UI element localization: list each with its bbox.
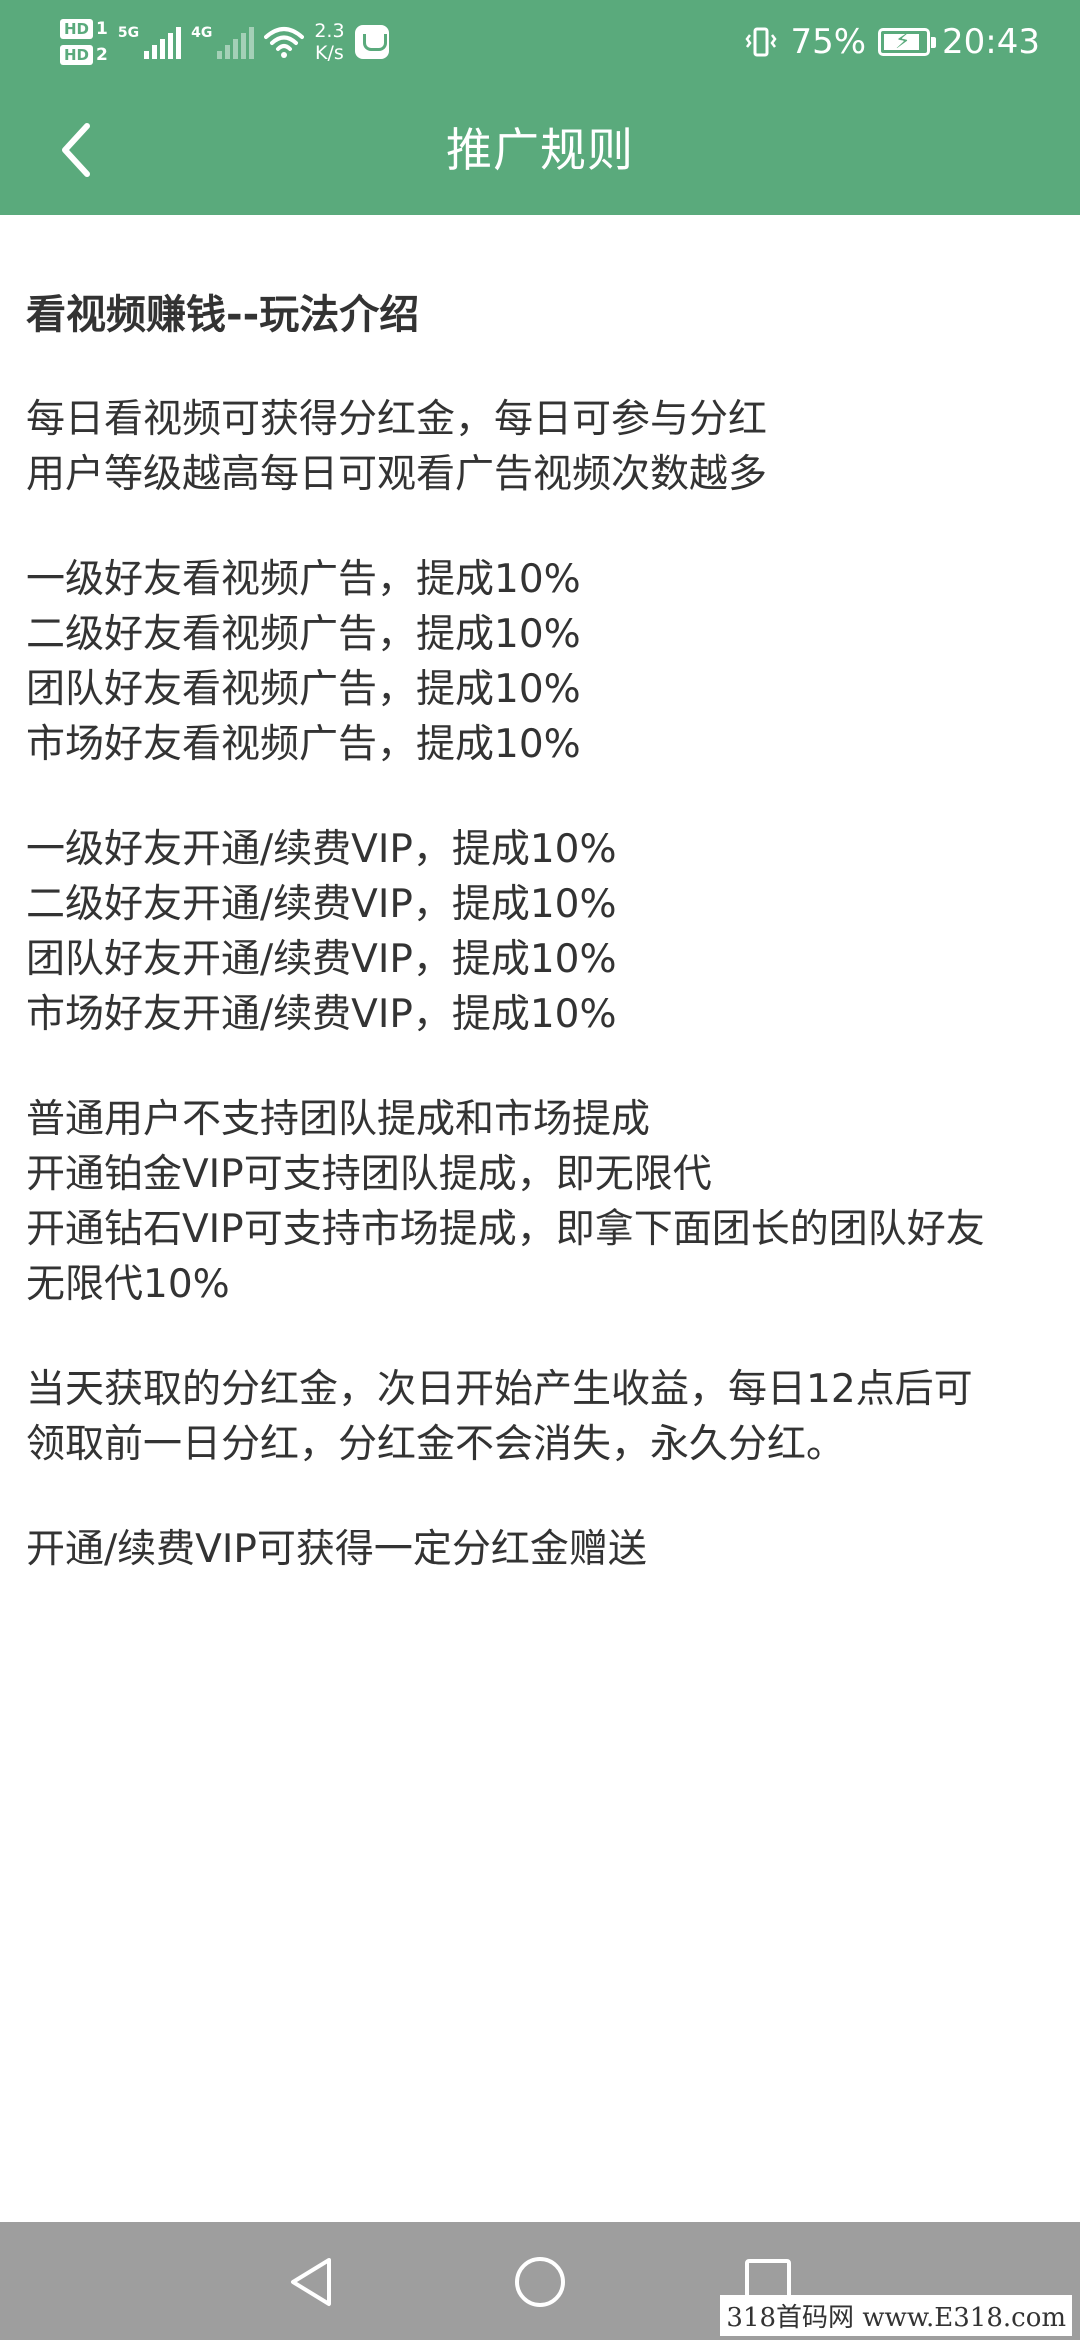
status-left: HD 1 HD 2 5G 4G 2.3 K/s — [60, 12, 389, 72]
clock: 20:43 — [942, 22, 1040, 62]
status-bar: HD 1 HD 2 5G 4G 2.3 K/s 75% ⚡ 20:43 — [0, 0, 1080, 80]
rules-paragraph-5: 当天获取的分红金，次日开始产生收益，每日12点后可 领取前一日分红，分红金不会消… — [26, 1362, 1066, 1472]
title-bar: 推广规则 — [0, 85, 1080, 215]
rules-paragraph-1: 每日看视频可获得分红金，每日可参与分红 用户等级越高每日可观看广告视频次数越多 — [26, 392, 1066, 502]
app-header: HD 1 HD 2 5G 4G 2.3 K/s 75% ⚡ 20:43 推广规则 — [0, 0, 1080, 215]
rule-line: 市场好友看视频广告，提成10% — [26, 722, 581, 767]
triangle-back-icon — [291, 2258, 331, 2306]
circle-home-icon — [515, 2257, 565, 2307]
nav-back-button[interactable] — [270, 2242, 350, 2322]
rule-line: 二级好友开通/续费VIP，提成10% — [26, 882, 617, 927]
rule-line: 开通铂金VIP可支持团队提成，即无限代 — [26, 1152, 712, 1197]
hd2-badge: HD — [60, 45, 94, 65]
rule-line: 无限代10% — [26, 1262, 230, 1307]
network-type-sim2: 4G — [191, 25, 213, 41]
hd1-badge: HD — [60, 19, 94, 39]
signal-icon-sim2: 4G — [191, 25, 255, 59]
nav-home-button[interactable] — [500, 2242, 580, 2322]
hd2-indicator: HD 2 — [60, 45, 108, 65]
signal-icon-sim1: 5G — [117, 25, 182, 59]
hd2-number: 2 — [96, 45, 108, 65]
rules-paragraph-4: 普通用户不支持团队提成和市场提成 开通铂金VIP可支持团队提成，即无限代 开通钻… — [26, 1092, 1066, 1312]
rule-line: 团队好友开通/续费VIP，提成10% — [26, 937, 617, 982]
rules-heading: 看视频赚钱--玩法介绍 — [26, 292, 420, 338]
watermark: 318首码网 www.E318.com — [720, 2295, 1072, 2336]
rules-paragraph-6: 开通/续费VIP可获得一定分红金赠送 — [26, 1522, 1066, 1577]
rule-line: 当天获取的分红金，次日开始产生收益，每日12点后可 — [26, 1367, 973, 1412]
rule-line: 一级好友看视频广告，提成10% — [26, 557, 581, 602]
rules-paragraph-2: 一级好友看视频广告，提成10% 二级好友看视频广告，提成10% 团队好友看视频广… — [26, 552, 1066, 772]
vibrate-icon — [745, 27, 777, 57]
rules-paragraph-3: 一级好友开通/续费VIP，提成10% 二级好友开通/续费VIP，提成10% 团队… — [26, 822, 1066, 1042]
rule-line: 每日看视频可获得分红金，每日可参与分红 — [26, 397, 768, 442]
battery-icon: ⚡ — [878, 28, 937, 56]
app-notification-icon — [354, 25, 389, 59]
network-speed-unit: K/s — [315, 42, 344, 64]
rule-line: 团队好友看视频广告，提成10% — [26, 667, 581, 712]
network-speed: 2.3 K/s — [314, 20, 344, 64]
status-right: 75% ⚡ 20:43 — [744, 12, 1040, 72]
hd1-indicator: HD 1 — [60, 19, 108, 39]
rule-line: 一级好友开通/续费VIP，提成10% — [26, 827, 617, 872]
wifi-icon — [264, 27, 305, 58]
hd-indicators: HD 1 HD 2 — [60, 19, 108, 65]
rule-line: 普通用户不支持团队提成和市场提成 — [26, 1097, 651, 1142]
rule-line: 开通钻石VIP可支持市场提成，即拿下面团长的团队好友 — [26, 1207, 985, 1252]
rules-content: 看视频赚钱--玩法介绍 每日看视频可获得分红金，每日可参与分红 用户等级越高每日… — [26, 288, 1066, 1577]
rule-line: 用户等级越高每日可观看广告视频次数越多 — [26, 452, 768, 497]
network-speed-value: 2.3 — [314, 20, 345, 42]
network-type-sim1: 5G — [117, 25, 140, 41]
system-nav-bar: 318首码网 www.E318.com — [0, 2222, 1080, 2340]
battery-percent: 75% — [790, 22, 867, 62]
rule-line: 市场好友开通/续费VIP，提成10% — [26, 992, 617, 1037]
rule-line: 开通/续费VIP可获得一定分红金赠送 — [26, 1527, 647, 1572]
rule-line: 领取前一日分红，分红金不会消失，永久分红。 — [26, 1422, 846, 1467]
rule-line: 二级好友看视频广告，提成10% — [26, 612, 581, 657]
page-title: 推广规则 — [446, 123, 634, 177]
hd1-number: 1 — [96, 19, 108, 39]
